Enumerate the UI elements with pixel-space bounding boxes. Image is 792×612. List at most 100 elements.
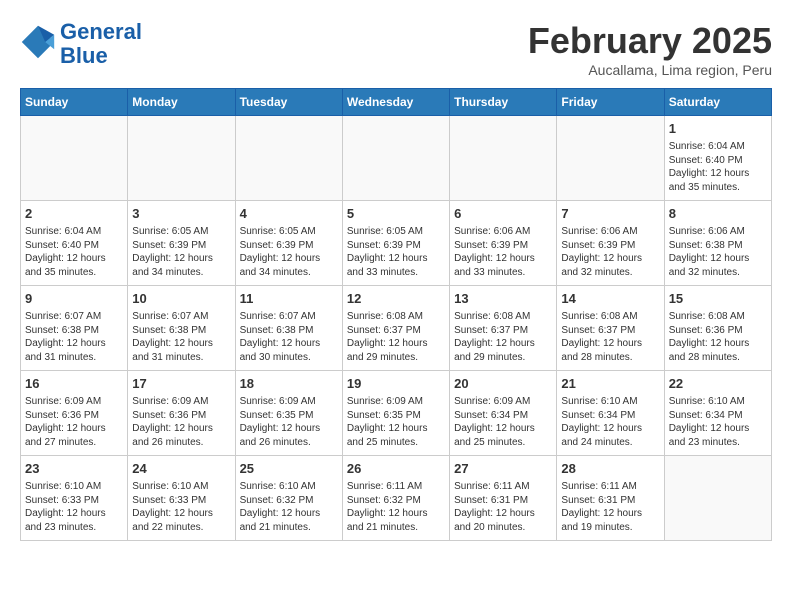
day-number: 20 — [454, 375, 552, 393]
calendar-cell: 13 Sunrise: 6:08 AM Sunset: 6:37 PM Dayli… — [450, 286, 557, 371]
day-number: 13 — [454, 290, 552, 308]
day-header-sunday: Sunday — [21, 89, 128, 116]
week-row-2: 2 Sunrise: 6:04 AM Sunset: 6:40 PM Daylig… — [21, 201, 772, 286]
day-info: Sunrise: 6:07 AM Sunset: 6:38 PM Dayligh… — [240, 310, 338, 364]
calendar-cell: 17 Sunrise: 6:09 AM Sunset: 6:36 PM Dayli… — [128, 371, 235, 456]
day-number: 7 — [561, 205, 659, 223]
header-row: SundayMondayTuesdayWednesdayThursdayFrid… — [21, 89, 772, 116]
calendar-cell — [557, 116, 664, 201]
day-info: Sunrise: 6:07 AM Sunset: 6:38 PM Dayligh… — [132, 310, 230, 364]
day-number: 19 — [347, 375, 445, 393]
day-number: 18 — [240, 375, 338, 393]
day-info: Sunrise: 6:04 AM Sunset: 6:40 PM Dayligh… — [25, 225, 123, 279]
day-header-friday: Friday — [557, 89, 664, 116]
day-info: Sunrise: 6:05 AM Sunset: 6:39 PM Dayligh… — [132, 225, 230, 279]
day-info: Sunrise: 6:08 AM Sunset: 6:36 PM Dayligh… — [669, 310, 767, 364]
day-number: 1 — [669, 120, 767, 138]
day-info: Sunrise: 6:05 AM Sunset: 6:39 PM Dayligh… — [347, 225, 445, 279]
day-number: 10 — [132, 290, 230, 308]
day-info: Sunrise: 6:11 AM Sunset: 6:32 PM Dayligh… — [347, 480, 445, 534]
calendar-cell — [21, 116, 128, 201]
logo-text-line1: General — [60, 20, 142, 44]
calendar-body: 1 Sunrise: 6:04 AM Sunset: 6:40 PM Daylig… — [21, 116, 772, 541]
day-info: Sunrise: 6:10 AM Sunset: 6:33 PM Dayligh… — [25, 480, 123, 534]
calendar-cell: 25 Sunrise: 6:10 AM Sunset: 6:32 PM Dayli… — [235, 456, 342, 541]
calendar-cell: 28 Sunrise: 6:11 AM Sunset: 6:31 PM Dayli… — [557, 456, 664, 541]
calendar-cell: 11 Sunrise: 6:07 AM Sunset: 6:38 PM Dayli… — [235, 286, 342, 371]
day-header-tuesday: Tuesday — [235, 89, 342, 116]
day-info: Sunrise: 6:11 AM Sunset: 6:31 PM Dayligh… — [561, 480, 659, 534]
day-number: 22 — [669, 375, 767, 393]
calendar-cell: 8 Sunrise: 6:06 AM Sunset: 6:38 PM Daylig… — [664, 201, 771, 286]
day-info: Sunrise: 6:04 AM Sunset: 6:40 PM Dayligh… — [669, 140, 767, 194]
day-info: Sunrise: 6:08 AM Sunset: 6:37 PM Dayligh… — [454, 310, 552, 364]
calendar-cell: 19 Sunrise: 6:09 AM Sunset: 6:35 PM Dayli… — [342, 371, 449, 456]
week-row-3: 9 Sunrise: 6:07 AM Sunset: 6:38 PM Daylig… — [21, 286, 772, 371]
day-number: 8 — [669, 205, 767, 223]
calendar: SundayMondayTuesdayWednesdayThursdayFrid… — [20, 88, 772, 541]
day-number: 4 — [240, 205, 338, 223]
day-number: 14 — [561, 290, 659, 308]
calendar-cell: 26 Sunrise: 6:11 AM Sunset: 6:32 PM Dayli… — [342, 456, 449, 541]
day-number: 9 — [25, 290, 123, 308]
calendar-cell — [664, 456, 771, 541]
calendar-cell: 2 Sunrise: 6:04 AM Sunset: 6:40 PM Daylig… — [21, 201, 128, 286]
month-title: February 2025 — [528, 20, 772, 62]
calendar-cell: 20 Sunrise: 6:09 AM Sunset: 6:34 PM Dayli… — [450, 371, 557, 456]
day-number: 28 — [561, 460, 659, 478]
day-header-wednesday: Wednesday — [342, 89, 449, 116]
day-info: Sunrise: 6:06 AM Sunset: 6:38 PM Dayligh… — [669, 225, 767, 279]
calendar-header: SundayMondayTuesdayWednesdayThursdayFrid… — [21, 89, 772, 116]
calendar-cell — [342, 116, 449, 201]
day-info: Sunrise: 6:06 AM Sunset: 6:39 PM Dayligh… — [454, 225, 552, 279]
day-number: 23 — [25, 460, 123, 478]
calendar-cell: 7 Sunrise: 6:06 AM Sunset: 6:39 PM Daylig… — [557, 201, 664, 286]
day-info: Sunrise: 6:10 AM Sunset: 6:33 PM Dayligh… — [132, 480, 230, 534]
day-number: 21 — [561, 375, 659, 393]
day-number: 5 — [347, 205, 445, 223]
calendar-cell: 10 Sunrise: 6:07 AM Sunset: 6:38 PM Dayli… — [128, 286, 235, 371]
calendar-cell — [128, 116, 235, 201]
calendar-cell: 1 Sunrise: 6:04 AM Sunset: 6:40 PM Daylig… — [664, 116, 771, 201]
day-header-thursday: Thursday — [450, 89, 557, 116]
calendar-cell: 14 Sunrise: 6:08 AM Sunset: 6:37 PM Dayli… — [557, 286, 664, 371]
day-info: Sunrise: 6:08 AM Sunset: 6:37 PM Dayligh… — [347, 310, 445, 364]
day-number: 2 — [25, 205, 123, 223]
calendar-cell: 3Sunrise: 6:05 AM Sunset: 6:39 PM Daylig… — [128, 201, 235, 286]
day-number: 24 — [132, 460, 230, 478]
day-info: Sunrise: 6:09 AM Sunset: 6:36 PM Dayligh… — [25, 395, 123, 449]
day-number: 25 — [240, 460, 338, 478]
day-info: Sunrise: 6:10 AM Sunset: 6:34 PM Dayligh… — [561, 395, 659, 449]
day-info: Sunrise: 6:07 AM Sunset: 6:38 PM Dayligh… — [25, 310, 123, 364]
logo-text-line2: Blue — [60, 44, 142, 68]
calendar-cell: 4 Sunrise: 6:05 AM Sunset: 6:39 PM Daylig… — [235, 201, 342, 286]
day-info: Sunrise: 6:09 AM Sunset: 6:36 PM Dayligh… — [132, 395, 230, 449]
title-section: February 2025 Aucallama, Lima region, Pe… — [528, 20, 772, 78]
subtitle: Aucallama, Lima region, Peru — [528, 62, 772, 78]
calendar-cell: 27Sunrise: 6:11 AM Sunset: 6:31 PM Dayli… — [450, 456, 557, 541]
calendar-cell: 24 Sunrise: 6:10 AM Sunset: 6:33 PM Dayli… — [128, 456, 235, 541]
calendar-cell: 15 Sunrise: 6:08 AM Sunset: 6:36 PM Dayli… — [664, 286, 771, 371]
day-header-monday: Monday — [128, 89, 235, 116]
calendar-cell: 6Sunrise: 6:06 AM Sunset: 6:39 PM Daylig… — [450, 201, 557, 286]
day-number: 11 — [240, 290, 338, 308]
calendar-cell: 23 Sunrise: 6:10 AM Sunset: 6:33 PM Dayli… — [21, 456, 128, 541]
calendar-cell — [235, 116, 342, 201]
day-number: 17 — [132, 375, 230, 393]
day-info: Sunrise: 6:08 AM Sunset: 6:37 PM Dayligh… — [561, 310, 659, 364]
day-info: Sunrise: 6:06 AM Sunset: 6:39 PM Dayligh… — [561, 225, 659, 279]
calendar-cell — [450, 116, 557, 201]
logo: General Blue — [20, 20, 142, 68]
calendar-cell: 12Sunrise: 6:08 AM Sunset: 6:37 PM Dayli… — [342, 286, 449, 371]
day-info: Sunrise: 6:09 AM Sunset: 6:34 PM Dayligh… — [454, 395, 552, 449]
day-info: Sunrise: 6:05 AM Sunset: 6:39 PM Dayligh… — [240, 225, 338, 279]
calendar-cell: 21 Sunrise: 6:10 AM Sunset: 6:34 PM Dayli… — [557, 371, 664, 456]
week-row-1: 1 Sunrise: 6:04 AM Sunset: 6:40 PM Daylig… — [21, 116, 772, 201]
day-info: Sunrise: 6:09 AM Sunset: 6:35 PM Dayligh… — [240, 395, 338, 449]
day-number: 27 — [454, 460, 552, 478]
calendar-cell: 18 Sunrise: 6:09 AM Sunset: 6:35 PM Dayli… — [235, 371, 342, 456]
day-number: 15 — [669, 290, 767, 308]
day-info: Sunrise: 6:09 AM Sunset: 6:35 PM Dayligh… — [347, 395, 445, 449]
day-number: 26 — [347, 460, 445, 478]
day-info: Sunrise: 6:10 AM Sunset: 6:32 PM Dayligh… — [240, 480, 338, 534]
